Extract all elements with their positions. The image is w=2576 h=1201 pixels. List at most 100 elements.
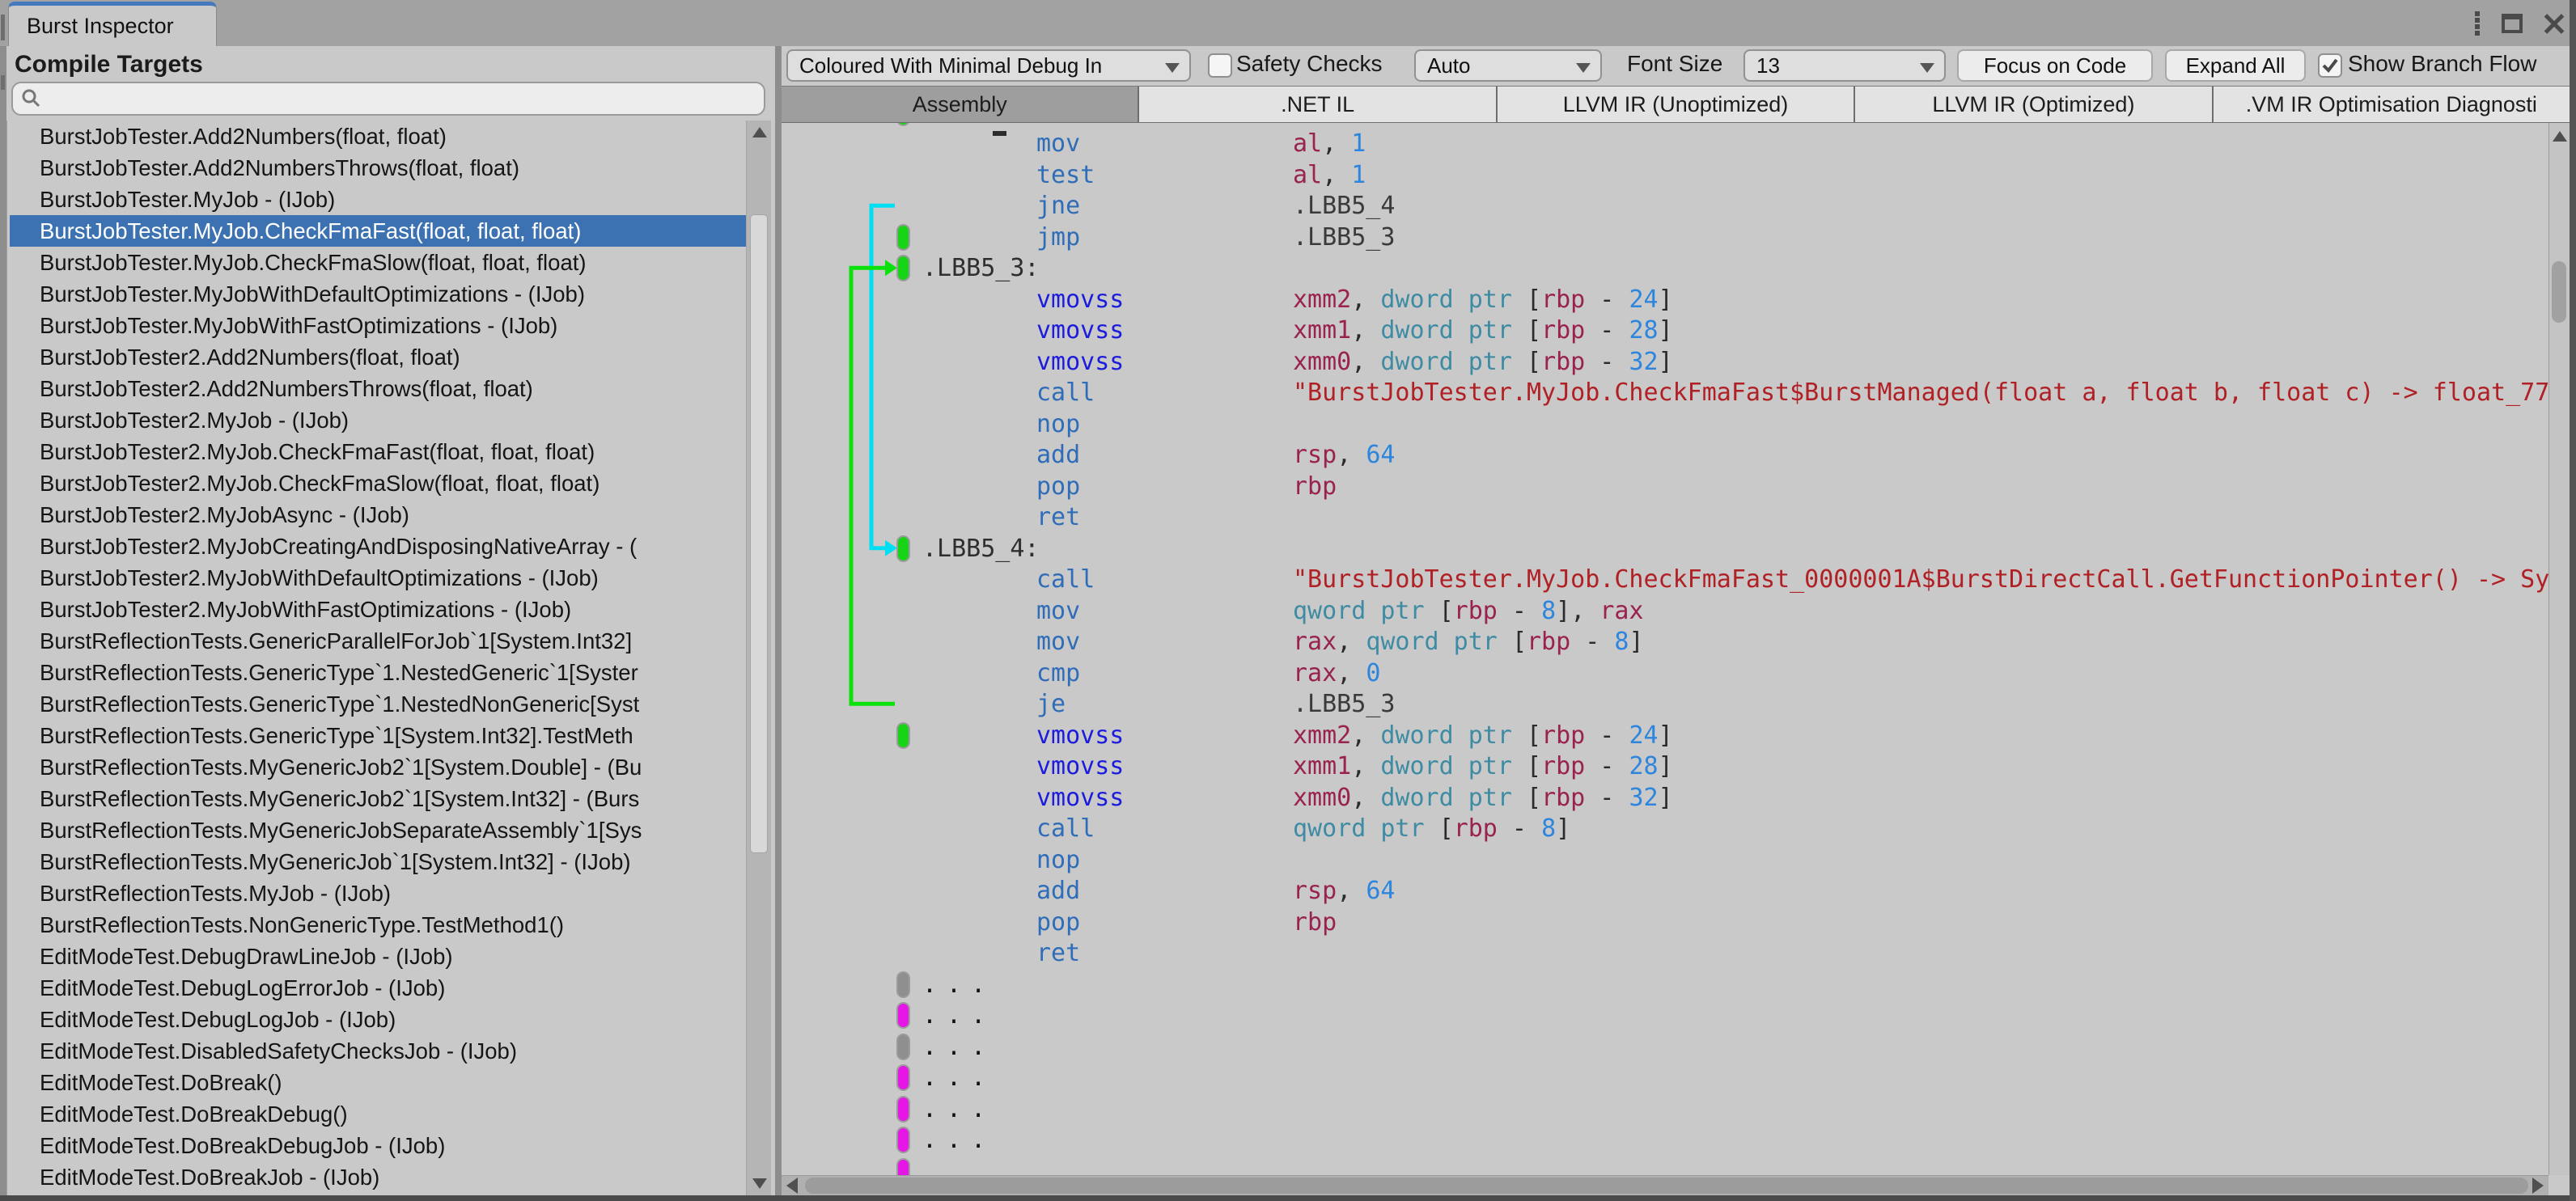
- code-hscrollbar-thumb[interactable]: [805, 1178, 2528, 1194]
- list-item[interactable]: BurstJobTester2.MyJob - (IJob): [7, 404, 746, 436]
- collapsed-block-dots[interactable]: ...: [922, 969, 995, 1000]
- code-line: vmovss xmm2, dword ptr [rbp - 24]: [782, 720, 2548, 751]
- code-horizontal-scrollbar[interactable]: [782, 1175, 2548, 1195]
- list-item[interactable]: EditModeTest.DisabledSafetyChecksJob - (…: [7, 1035, 746, 1067]
- list-item[interactable]: EditModeTest.DebugLogErrorJob - (IJob): [7, 972, 746, 1004]
- code-line: vmovss xmm2, dword ptr [rbp - 24]: [782, 284, 2548, 315]
- close-icon[interactable]: [2544, 13, 2565, 34]
- code-view-mode-dropdown[interactable]: Coloured With Minimal Debug In: [786, 49, 1191, 82]
- list-item[interactable]: BurstJobTester.MyJob.CheckFmaSlow(float,…: [7, 247, 746, 278]
- list-item[interactable]: BurstReflectionTests.MyGenericJob2`1[Sys…: [7, 783, 746, 814]
- code-scrollbar-thumb[interactable]: [2552, 261, 2566, 323]
- list-item[interactable]: EditModeTest.DoBreakDebugJob - (IJob): [7, 1130, 746, 1161]
- list-item[interactable]: BurstJobTester2.MyJobAsync - (IJob): [7, 499, 746, 531]
- safety-checks-dropdown[interactable]: Auto: [1414, 49, 1602, 82]
- collapsed-block-dots[interactable]: ...: [922, 1062, 995, 1093]
- collapsed-block-dots[interactable]: ...: [922, 1000, 995, 1031]
- operands: "BurstJobTester.MyJob.CheckFmaFast_00000…: [1293, 565, 2548, 594]
- block-marker: [896, 1095, 910, 1123]
- tab--net-il[interactable]: .NET IL: [1139, 87, 1498, 122]
- list-item[interactable]: BurstJobTester2.MyJobWithDefaultOptimiza…: [7, 562, 746, 594]
- operands: rsp, 64: [1293, 877, 1396, 905]
- focus-on-code-button[interactable]: Focus on Code: [1957, 49, 2153, 82]
- list-item[interactable]: BurstJobTester.MyJob - (IJob): [7, 184, 746, 215]
- list-item[interactable]: BurstReflectionTests.MyGenericJob`1[Syst…: [7, 846, 746, 877]
- operands: qword ptr [rbp - 8]: [1293, 814, 1571, 843]
- show-branch-flow-checkbox[interactable]: [2318, 53, 2342, 78]
- block-marker: [896, 1002, 910, 1029]
- code-vertical-scrollbar[interactable]: [2548, 123, 2570, 1175]
- font-size-dropdown[interactable]: 13: [1743, 49, 1946, 82]
- list-item[interactable]: BurstJobTester2.MyJobCreatingAndDisposin…: [7, 531, 746, 562]
- expand-all-button[interactable]: Expand All: [2165, 49, 2306, 82]
- compile-targets-list[interactable]: BurstJobTester.Add2Numbers(float, float)…: [6, 121, 776, 1195]
- tab-llvm-ir-unoptimized-[interactable]: LLVM IR (Unoptimized): [1497, 87, 1856, 122]
- mnemonic: mov: [1036, 129, 1081, 158]
- code-line: cmp rax, 0: [782, 658, 2548, 689]
- list-item[interactable]: EditModeTest.DoBreakDebug(): [7, 1098, 746, 1130]
- operands: rax, qword ptr [rbp - 8]: [1293, 628, 1644, 656]
- code-line: .LBB5_4:: [782, 533, 2548, 565]
- list-vertical-scrollbar[interactable]: [746, 121, 771, 1195]
- window-tab-burst-inspector[interactable]: Burst Inspector: [8, 2, 217, 46]
- list-item[interactable]: BurstJobTester.Add2NumbersThrows(float, …: [7, 152, 746, 184]
- scroll-down-arrow-icon[interactable]: [752, 1178, 767, 1189]
- list-item[interactable]: BurstJobTester2.MyJob.CheckFmaSlow(float…: [7, 467, 746, 499]
- list-scrollbar-thumb[interactable]: [750, 214, 768, 853]
- maximize-icon[interactable]: [2502, 14, 2523, 33]
- list-item[interactable]: BurstJobTester2.Add2Numbers(float, float…: [7, 341, 746, 373]
- code-line: vmovss xmm0, dword ptr [rbp - 32]: [782, 782, 2548, 814]
- mnemonic: vmovss: [1036, 783, 1125, 812]
- operands: "BurstJobTester.MyJob.CheckFmaFast$Burst…: [1293, 378, 2548, 407]
- list-item[interactable]: BurstJobTester.MyJobWithFastOptimization…: [7, 310, 746, 341]
- list-item[interactable]: BurstReflectionTests.NonGenericType.Test…: [7, 909, 746, 941]
- list-item[interactable]: BurstReflectionTests.GenericType`1.Neste…: [7, 657, 746, 688]
- list-item[interactable]: EditModeTest.DoBreakJob - (IJob): [7, 1161, 746, 1193]
- code-line: jmp .LBB5_3: [782, 222, 2548, 253]
- collapsed-block-dots[interactable]: ...: [922, 1124, 995, 1156]
- tab--vm-ir-optimisation-diagnosti[interactable]: .VM IR Optimisation Diagnosti: [2213, 87, 2570, 122]
- tab-llvm-ir-optimized-[interactable]: LLVM IR (Optimized): [1855, 87, 2214, 122]
- kebab-menu-icon[interactable]: [2474, 11, 2481, 36]
- list-item[interactable]: BurstReflectionTests.GenericParallelForJ…: [7, 625, 746, 657]
- assembly-code-view[interactable]: mov al, 1 test al, 1 jne .LBB5_4 jmp .LBB5_3 .LB…: [782, 123, 2548, 1175]
- scroll-left-arrow-icon[interactable]: [786, 1178, 798, 1194]
- list-item[interactable]: BurstJobTester2.MyJobWithFastOptimizatio…: [7, 594, 746, 625]
- search-input[interactable]: [42, 87, 764, 111]
- operands: xmm0, dword ptr [rbp - 32]: [1293, 783, 1673, 812]
- code-line: vmovss xmm1, dword ptr [rbp - 28]: [782, 751, 2548, 782]
- mnemonic: call: [1036, 565, 1095, 594]
- list-item[interactable]: BurstReflectionTests.GenericType`1.Neste…: [7, 688, 746, 720]
- tab-assembly[interactable]: Assembly: [782, 87, 1140, 122]
- scroll-up-arrow-icon[interactable]: [752, 127, 767, 137]
- list-item[interactable]: BurstReflectionTests.GenericType`1[Syste…: [7, 720, 746, 751]
- list-item[interactable]: BurstReflectionTests.MyGenericJob2`1[Sys…: [7, 751, 746, 783]
- list-item[interactable]: BurstJobTester.Add2Numbers(float, float): [7, 121, 746, 152]
- operands: rax, 0: [1293, 658, 1381, 687]
- list-item[interactable]: EditModeTest.DoBreak(): [7, 1067, 746, 1098]
- operands: al, 1: [1293, 129, 1366, 158]
- operands: xmm0, dword ptr [rbp - 32]: [1293, 347, 1673, 376]
- safety-checks-checkbox[interactable]: [1208, 53, 1232, 78]
- code-line: nop: [782, 844, 2548, 876]
- list-item[interactable]: BurstJobTester2.MyJob.CheckFmaFast(float…: [7, 436, 746, 467]
- list-item[interactable]: EditModeTest.DebugLogJob - (IJob): [7, 1004, 746, 1035]
- code-line: ...: [782, 969, 2548, 1000]
- compile-targets-panel: Compile Targets BurstJobTester.Add2Numbe…: [6, 46, 775, 1195]
- mnemonic: ret: [1036, 503, 1081, 531]
- scroll-up-arrow-icon[interactable]: [2553, 131, 2567, 142]
- collapsed-block-dots[interactable]: ...: [922, 1031, 995, 1063]
- block-marker: [896, 255, 910, 281]
- list-item[interactable]: BurstJobTester.MyJobWithDefaultOptimizat…: [7, 278, 746, 310]
- list-item[interactable]: EditModeTest.DebugDrawLineJob - (IJob): [7, 941, 746, 972]
- search-box[interactable]: [11, 82, 765, 116]
- mnemonic: pop: [1036, 907, 1081, 937]
- collapsed-block-dots[interactable]: ...: [922, 1093, 995, 1125]
- scroll-right-arrow-icon[interactable]: [2532, 1178, 2544, 1194]
- list-item[interactable]: BurstReflectionTests.MyGenericJobSeparat…: [7, 814, 746, 846]
- list-item[interactable]: BurstJobTester.MyJob.CheckFmaFast(float,…: [10, 215, 746, 247]
- list-item[interactable]: BurstJobTester2.Add2NumbersThrows(float,…: [7, 373, 746, 404]
- collapsed-block-dots[interactable]: ...: [922, 1156, 995, 1176]
- list-item[interactable]: BurstReflectionTests.MyJob - (IJob): [7, 877, 746, 909]
- mnemonic: nop: [1036, 845, 1081, 874]
